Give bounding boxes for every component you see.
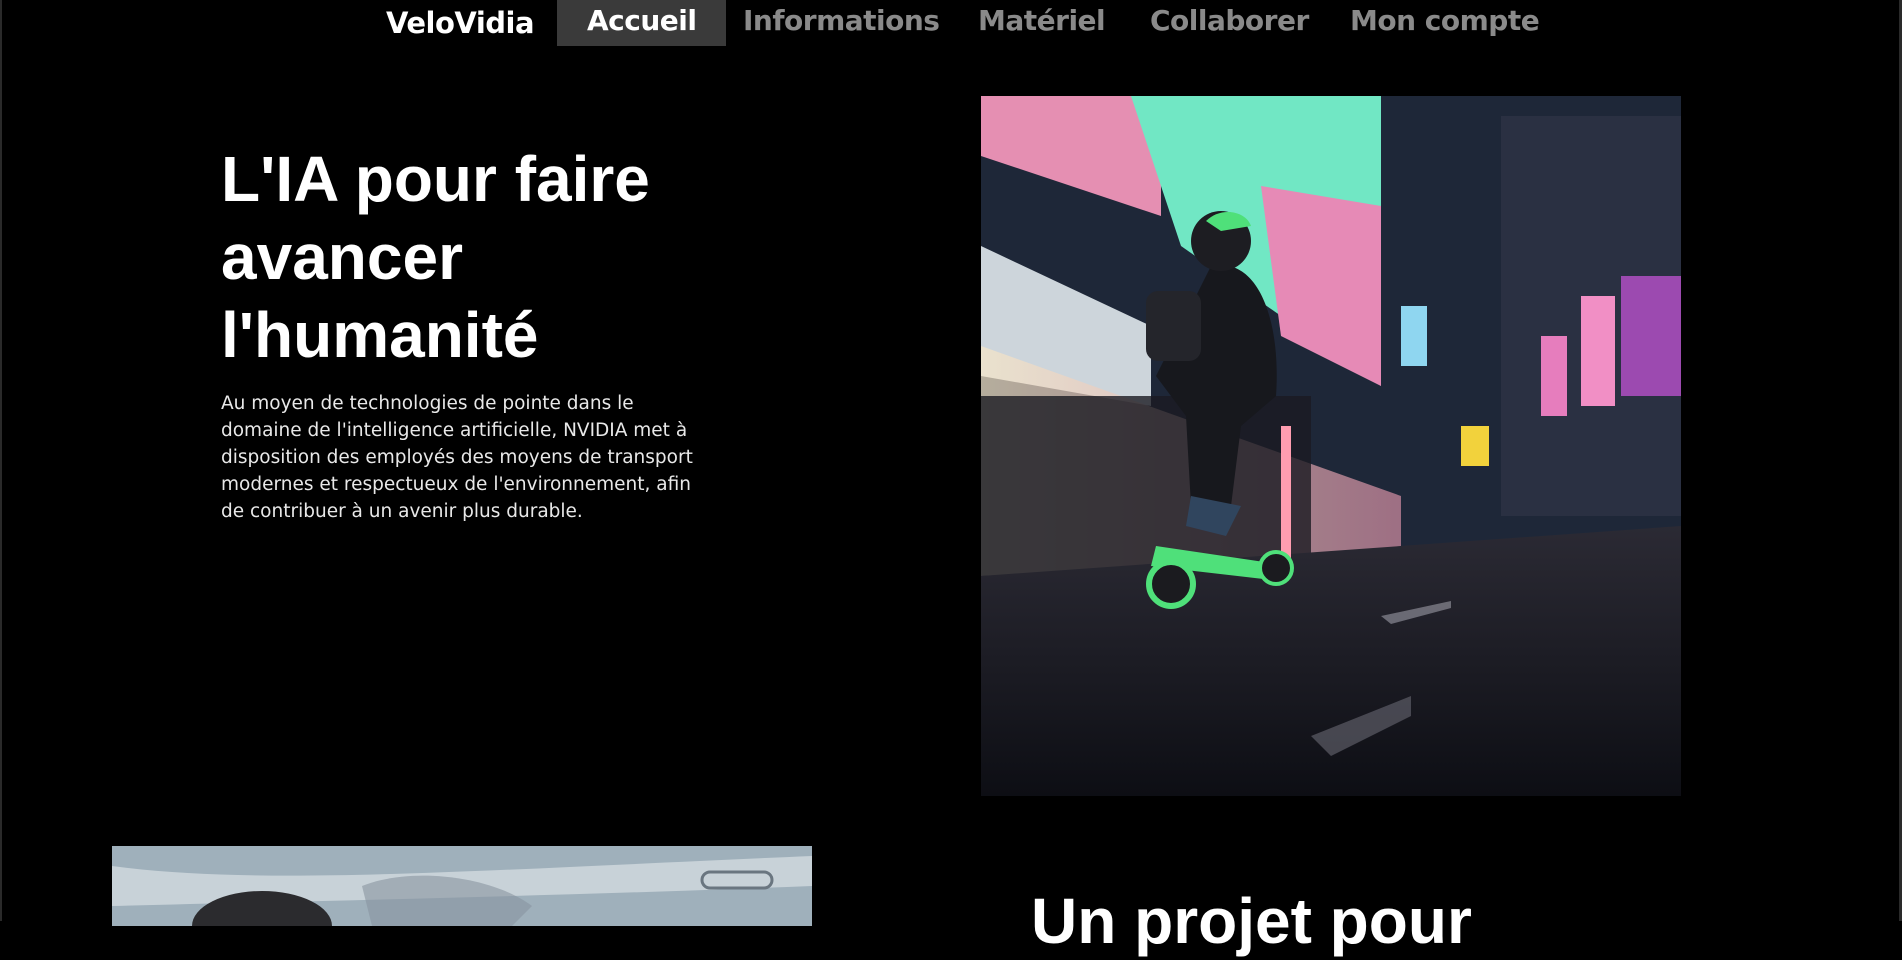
nav-item-collaborer[interactable]: Collaborer <box>1150 0 1309 46</box>
section2-image <box>112 846 812 926</box>
nav-item-materiel[interactable]: Matériel <box>978 0 1106 46</box>
brand-logo[interactable]: VeloVidia <box>386 2 535 44</box>
scooter-rider-illustration <box>981 96 1681 796</box>
top-navigation: VeloVidia Accueil Informations Matériel … <box>0 0 1902 46</box>
nav-item-accueil[interactable]: Accueil <box>557 0 727 46</box>
hero-title: L'IA pour faire avancer l'humanité <box>221 143 650 371</box>
hero-image <box>981 96 1681 796</box>
nav-item-mon-compte[interactable]: Mon compte <box>1350 0 1540 46</box>
hero-description: Au moyen de technologies de pointe dans … <box>221 393 693 522</box>
nav-item-informations[interactable]: Informations <box>743 0 940 46</box>
car-interior-photo <box>112 846 812 926</box>
section2-title: Un projet pour <box>1031 885 1472 957</box>
window-edge-left <box>0 0 2 921</box>
